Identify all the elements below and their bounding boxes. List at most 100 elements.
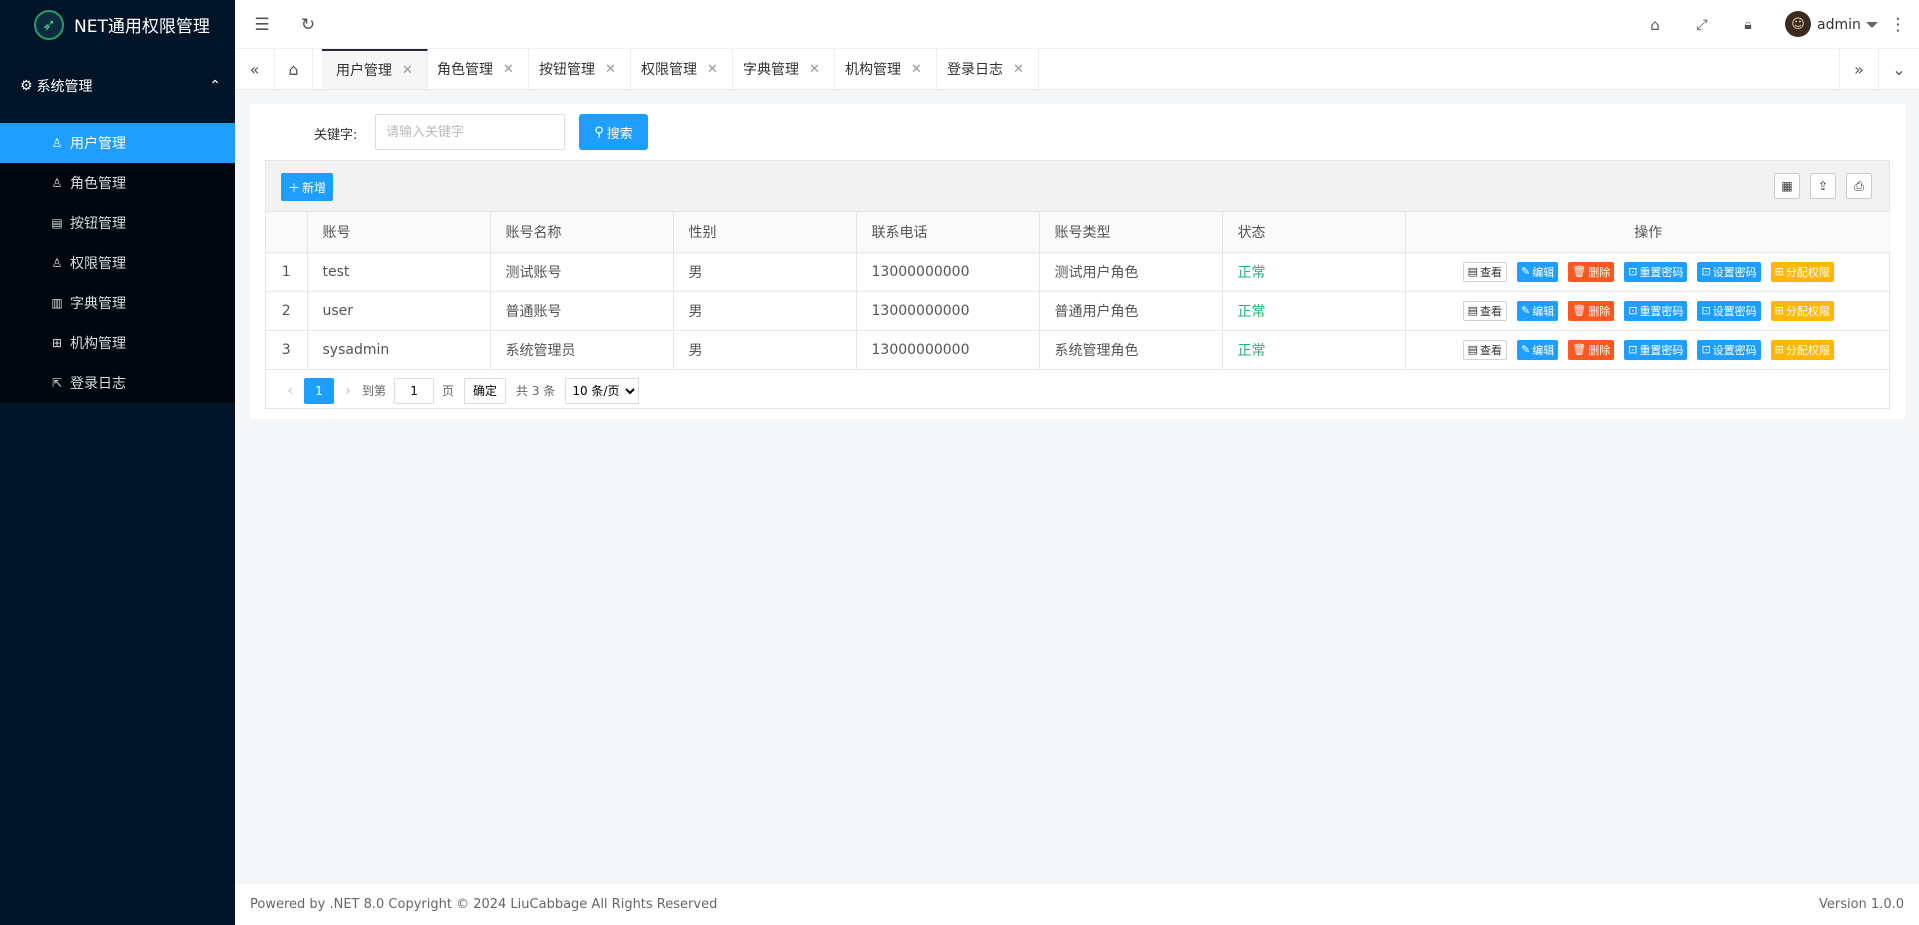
set-label: 设置密码 [1712,343,1757,357]
edit-button[interactable]: ✎ 编辑 [1517,261,1559,282]
column-header-gender[interactable]: 性别 [673,212,857,253]
cell-actions: ▤ 查看 ✎ 编辑 🗑︎ 删除 ⊡ 重置密码 ⊡ 设置密码 ⊞ 分配权限 [1405,252,1891,292]
tab-permissions[interactable]: 权限管理 ✕ [627,49,733,89]
set-password-button[interactable]: ⊡ 设置密码 [1697,339,1761,360]
trash-icon: 🗑︎ [1572,265,1587,278]
home-icon[interactable]: ⌂ [275,49,313,89]
assign-permission-button[interactable]: ⊞ 分配权限 [1770,339,1834,360]
goto-label: 到第 [362,384,387,398]
keyword-input[interactable] [375,114,565,150]
close-icon[interactable]: ✕ [1013,62,1024,77]
lock-icon[interactable]: 🔒︎ [1731,0,1765,49]
cell-gender: 男 [673,291,857,331]
sidebar-item-login-log[interactable]: ⇱ 登录日志 [0,363,235,403]
reset-password-button[interactable]: ⊡ 重置密码 [1624,261,1688,282]
sidebar-item-buttons[interactable]: ▤ 按钮管理 [0,203,235,243]
tab-label: 权限管理 [641,62,697,78]
export-icon[interactable]: ⇪ [1810,173,1836,199]
column-header-phone[interactable]: 联系电话 [856,212,1040,253]
scroll-right-icon[interactable]: » [1839,49,1879,89]
table-row[interactable]: 3 sysadmin 系统管理员 男 13000000000 系统管理角色 正常… [266,330,1891,370]
delete-button[interactable]: 🗑︎ 删除 [1568,261,1615,282]
edit-button[interactable]: ✎ 编辑 [1517,300,1559,321]
tab-dictionary[interactable]: 字典管理 ✕ [729,49,835,89]
close-icon[interactable]: ✕ [707,62,718,77]
next-page-icon[interactable]: › [334,378,362,404]
column-header-type[interactable]: 账号类型 [1039,212,1223,253]
table-row[interactable]: 1 test 测试账号 男 13000000000 测试用户角色 正常 ▤ 查看 … [266,252,1891,292]
login-log-icon: ⇱ [51,376,63,390]
perm-label: 分配权限 [1785,343,1830,357]
tab-roles[interactable]: 角色管理 ✕ [423,49,529,89]
goto-confirm-button[interactable]: 确定 [464,377,507,404]
close-icon[interactable]: ✕ [605,62,616,77]
tab-buttons[interactable]: 按钮管理 ✕ [525,49,631,89]
view-button[interactable]: ▤ 查看 [1462,300,1508,321]
sidebar-item-label: 登录日志 [70,376,126,392]
delete-label: 删除 [1588,304,1611,318]
delete-button[interactable]: 🗑︎ 删除 [1568,339,1615,360]
view-button[interactable]: ▤ 查看 [1462,339,1508,360]
assign-permission-button[interactable]: ⊞ 分配权限 [1770,261,1834,282]
role-icon: ♙ [51,176,63,190]
set-password-button[interactable]: ⊡ 设置密码 [1697,300,1761,321]
assign-permission-button[interactable]: ⊞ 分配权限 [1770,300,1834,321]
tab-login-log[interactable]: 登录日志 ✕ [933,49,1039,89]
submenu: ♙ 用户管理 ♙ 角色管理 ▤ 按钮管理 ♙ 权限管理 ▥ 字典管理 ⊞ 机构管理 ⇱ 登录日… [0,123,235,403]
close-icon[interactable]: ✕ [809,62,820,77]
content-card: 关键字: ⚲ 搜索 ＋ 新增 ▦ ⇪ ⎙ 账号 账号名称 [250,104,1905,419]
reset-password-button[interactable]: ⊡ 重置密码 [1624,339,1688,360]
columns-filter-icon[interactable]: ▦ [1774,173,1800,199]
column-header-name[interactable]: 账号名称 [490,212,674,253]
fullscreen-icon[interactable]: ⤢ [1685,0,1719,49]
edit-button[interactable]: ✎ 编辑 [1517,339,1559,360]
reset-password-button[interactable]: ⊡ 重置密码 [1624,300,1688,321]
page-input[interactable] [394,377,435,404]
table-row[interactable]: 2 user 普通账号 男 13000000000 普通用户角色 正常 ▤ 查看 … [266,291,1891,331]
print-icon[interactable]: ⎙ [1846,173,1872,199]
username: admin [1817,16,1861,33]
tab-menu-chevron-down-icon[interactable]: ⌄ [1879,49,1919,89]
version: Version 1.0.0 [1818,897,1904,912]
edit-icon: ✎ [1521,343,1531,356]
tag-icon[interactable]: ⌂ [1638,0,1672,49]
close-icon[interactable]: ✕ [503,62,514,77]
scroll-left-icon[interactable]: « [235,49,275,89]
add-button[interactable]: ＋ 新增 [281,173,333,201]
cell-actions: ▤ 查看 ✎ 编辑 🗑︎ 删除 ⊡ 重置密码 ⊡ 设置密码 ⊞ 分配权限 [1405,291,1891,331]
close-icon[interactable]: ✕ [911,62,922,77]
cell-type: 测试用户角色 [1039,252,1223,292]
current-page[interactable]: 1 [304,377,334,404]
unlock-icon: ⊡ [1701,265,1711,278]
toggle-sidebar-icon[interactable]: ☰ [245,0,279,49]
menu-group-system[interactable]: ⚙ 系统管理 ⌃ [0,49,235,123]
tab-label: 角色管理 [437,62,493,78]
organization-icon: ⊞ [51,336,63,350]
tab-users[interactable]: 用户管理 ✕ [322,49,428,89]
view-button[interactable]: ▤ 查看 [1462,261,1508,282]
sidebar-item-roles[interactable]: ♙ 角色管理 [0,163,235,203]
column-header-account[interactable]: 账号 [307,212,491,253]
sidebar-item-permissions[interactable]: ♙ 权限管理 [0,243,235,283]
sidebar-item-dictionary[interactable]: ▥ 字典管理 [0,283,235,323]
delete-button[interactable]: 🗑︎ 删除 [1568,300,1615,321]
refresh-icon[interactable]: ↻ [291,0,325,49]
table-toolbar: ＋ 新增 ▦ ⇪ ⎙ [266,161,1889,212]
search-button[interactable]: ⚲ 搜索 [579,114,648,150]
prev-page-icon[interactable]: ‹ [276,378,304,404]
sidebar-item-users[interactable]: ♙ 用户管理 [0,123,235,163]
more-vertical-icon[interactable]: ⋮ [1888,0,1908,49]
logo[interactable]: ➶ NET通用权限管理 [0,0,235,49]
cell-status: 正常 [1222,291,1406,331]
set-password-button[interactable]: ⊡ 设置密码 [1697,261,1761,282]
tab-organization[interactable]: 机构管理 ✕ [831,49,937,89]
cell-account: test [307,252,491,292]
cell-name: 系统管理员 [490,330,674,370]
close-icon[interactable]: ✕ [402,63,413,78]
sidebar-item-organization[interactable]: ⊞ 机构管理 [0,323,235,363]
page-size-select[interactable]: 10 条/页 [565,377,640,404]
avatar[interactable]: ☺ [1785,11,1811,37]
column-header-status[interactable]: 状态 [1222,212,1406,253]
user-menu[interactable]: admin [1817,0,1878,49]
cell-status: 正常 [1222,330,1406,370]
